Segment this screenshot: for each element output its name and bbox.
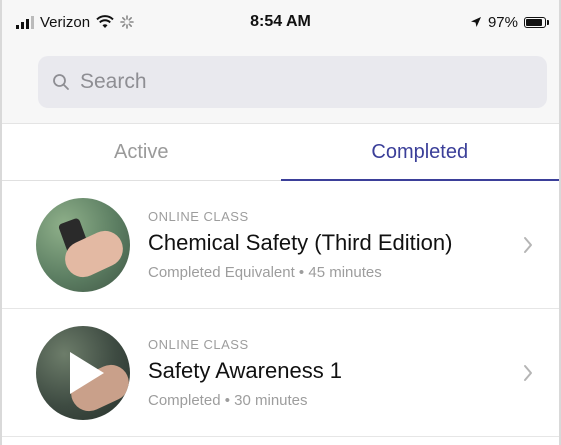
status-left: Verizon [16,14,134,31]
search-input[interactable] [78,69,502,95]
class-title: Chemical Safety (Third Edition) [148,229,453,255]
app-screen: Verizon 8:54 AM 97% Search Active Comple… [0,0,561,445]
list-item-texts: ONLINE CLASS Safety Awareness 1 Complete… [148,337,513,409]
list-item-chemical-safety[interactable]: ONLINE CLASS Chemical Safety (Third Edit… [2,181,559,309]
status-bar: Verizon 8:54 AM 97% [2,0,559,44]
activity-spinner-icon [120,15,134,29]
tab-bar: Active Completed [2,124,559,181]
chevron-right-icon [513,236,543,254]
wifi-icon [96,15,114,29]
list-item-safety-awareness[interactable]: ONLINE CLASS Safety Awareness 1 Complete… [2,309,559,437]
class-list: ONLINE CLASS Chemical Safety (Third Edit… [2,181,559,437]
cellular-signal-icon [16,15,34,29]
search-box[interactable] [38,56,547,108]
class-thumbnail [36,197,130,292]
class-category: ONLINE CLASS [148,336,249,352]
list-item-texts: ONLINE CLASS Chemical Safety (Third Edit… [148,209,513,281]
class-status: Completed [148,391,221,409]
class-duration: 30 minutes [234,391,308,409]
chevron-right-icon [513,364,543,382]
tab-completed[interactable]: Completed [280,124,560,181]
tab-active[interactable]: Active [2,124,281,180]
battery-percentage: 97% [487,13,518,31]
class-meta: Completed • 30 minutes [148,391,308,409]
class-duration: 45 minutes [308,263,382,281]
battery-icon [524,16,549,28]
search-icon [52,73,78,91]
class-thumbnail [36,325,130,420]
location-arrow-icon [470,16,482,28]
class-status: Completed Equivalent [148,263,295,281]
carrier-name: Verizon [40,13,91,31]
search-bar-container [2,44,559,124]
status-right: 97% [470,14,549,31]
class-category: ONLINE CLASS [148,208,249,224]
class-meta: Completed Equivalent • 45 minutes [148,263,382,281]
class-title: Safety Awareness 1 [148,357,343,383]
